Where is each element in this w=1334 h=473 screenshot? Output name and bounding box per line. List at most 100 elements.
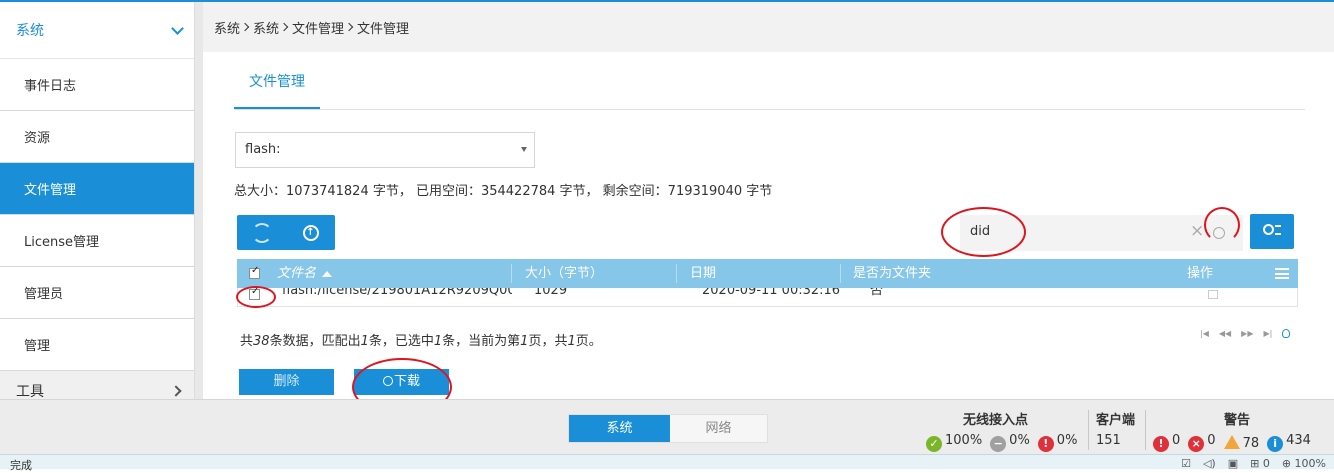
chevron-right-icon: [279, 22, 289, 32]
table-row[interactable]: flash:/license/219801A12R9209Q00... 1029…: [237, 288, 1298, 307]
cell-filename[interactable]: flash:/license/219801A12R9209Q00...: [282, 288, 512, 301]
clients-count[interactable]: 151: [1096, 433, 1121, 448]
bottom-status-panel: 系统 网络 无线接入点 ✓ 100% −0% ! 0% 客户端 151 警告 ! 0 …: [0, 399, 1334, 454]
tab-system[interactable]: 系统: [569, 415, 670, 442]
main-content: 文件管理 flash: 总大小：1073741824 字节， 已用空间：3544…: [203, 52, 1334, 399]
breadcrumb-item[interactable]: 系统: [214, 18, 240, 37]
prev-page-icon[interactable]: ◀◀: [1219, 329, 1231, 338]
bottom-view-switch: 系统 网络: [568, 414, 768, 443]
column-actions: 操作: [1187, 266, 1214, 281]
breadcrumb: 系统 系统 文件管理 文件管理: [203, 2, 1334, 52]
ap-fault[interactable]: ! 0%: [1037, 433, 1077, 452]
column-divider: [840, 264, 841, 283]
check-icon: ✓: [926, 436, 942, 452]
zoom-value: 100%: [1294, 457, 1326, 470]
badge-count[interactable]: ⊞ 0: [1250, 457, 1270, 470]
refresh-button[interactable]: [237, 215, 286, 250]
ap-offline[interactable]: −0%: [990, 433, 1030, 452]
alarm-critical-value: 0: [1172, 433, 1181, 448]
column-filename[interactable]: 文件名: [277, 259, 333, 288]
alarm-major[interactable]: × 0: [1188, 433, 1216, 452]
minus-icon: −: [990, 436, 1007, 452]
upload-button[interactable]: ↑: [286, 215, 335, 250]
sidebar-item-file-management[interactable]: 文件管理: [0, 163, 194, 215]
annotation-circle-search-icon: [1204, 207, 1240, 243]
ap-offline-value: 0%: [1009, 433, 1030, 448]
sidebar: 系统 事件日志 资源 文件管理 License管理 管理员 管理 工具: [0, 2, 195, 399]
chevron-right-icon: [344, 22, 354, 32]
clear-icon[interactable]: ×: [1190, 221, 1204, 241]
ap-online[interactable]: ✓ 100%: [926, 433, 982, 452]
summary-text: 条数据，匹配出: [269, 334, 361, 349]
sidebar-item-event-log[interactable]: 事件日志: [0, 59, 194, 111]
alarms-title: 警告: [1224, 413, 1251, 428]
info-icon: i: [1267, 436, 1284, 452]
sidebar-section-label: 系统: [16, 23, 44, 39]
sidebar-item-license[interactable]: License管理: [0, 215, 194, 267]
divider: [1088, 410, 1089, 450]
select-all-checkbox[interactable]: [249, 265, 260, 279]
speaker-icon[interactable]: ◁): [1203, 457, 1216, 470]
cell-date: 2020-09-11 00:32:16: [702, 288, 841, 298]
critical-icon: !: [1153, 436, 1169, 452]
column-settings-icon[interactable]: [1275, 268, 1289, 279]
tab-divider: [234, 109, 1305, 110]
column-size[interactable]: 大小（字节）: [525, 259, 603, 288]
column-is-folder[interactable]: 是否为文件夹: [853, 259, 931, 288]
ap-stats: ✓ 100% −0% ! 0%: [926, 433, 1077, 452]
status-text: 完成: [10, 459, 32, 472]
sidebar-item-label: 事件日志: [24, 79, 77, 94]
sidebar-item-management[interactable]: 管理: [0, 319, 194, 371]
alarm-critical[interactable]: ! 0: [1153, 433, 1180, 452]
summary-total: 38: [253, 334, 270, 349]
summary-text: 条，当前为第: [442, 334, 521, 349]
row-action-icon[interactable]: [1208, 290, 1218, 299]
ap-online-value: 100%: [945, 433, 983, 448]
breadcrumb-item[interactable]: 系统: [253, 18, 279, 37]
browser-status-bar: 完成 ☑ ◁) ▣ ⊞ 0 ⊕ 100%: [0, 454, 1334, 472]
cell-is-folder: 否: [870, 288, 884, 298]
next-page-icon[interactable]: ▶▶: [1241, 329, 1253, 338]
summary-text: 页，共: [528, 334, 568, 349]
status-icons: ☑ ◁) ▣ ⊞ 0 ⊕ 100%: [1181, 457, 1326, 470]
pagination-summary: 共38条数据，匹配出1条，已选中1条，当前为第1页，共1页。: [240, 330, 602, 349]
sidebar-item-label: License管理: [24, 235, 100, 250]
sidebar-item-label: 资源: [24, 131, 51, 146]
summary-pages: 1: [567, 334, 576, 349]
clients-title: 客户端: [1096, 413, 1136, 428]
summary-selected: 1: [433, 334, 443, 349]
sidebar-item-resources[interactable]: 资源: [0, 111, 194, 163]
sidebar-section-tools[interactable]: 工具: [0, 371, 194, 399]
breadcrumb-item[interactable]: 文件管理: [292, 18, 344, 37]
column-divider: [676, 264, 677, 283]
upload-icon: ↑: [302, 224, 319, 241]
column-label: 文件名: [277, 266, 317, 281]
summary-text: 页。: [575, 334, 602, 349]
tab-file-management[interactable]: 文件管理: [234, 72, 320, 110]
tab-network[interactable]: 网络: [670, 415, 767, 442]
last-page-icon[interactable]: ▶|: [1263, 329, 1272, 338]
checkbox-icon[interactable]: ☑: [1181, 457, 1191, 470]
chevron-right-icon: [240, 22, 250, 32]
sidebar-section-system[interactable]: 系统: [0, 2, 194, 59]
alert-icon: !: [1037, 436, 1054, 452]
summary-matched: 1: [360, 334, 369, 349]
alarm-info[interactable]: i 434: [1267, 433, 1311, 452]
zoom-level[interactable]: ⊕ 100%: [1282, 457, 1326, 470]
printer-icon[interactable]: ▣: [1228, 457, 1238, 470]
delete-button[interactable]: 删除: [239, 369, 334, 395]
sidebar-item-administrators[interactable]: 管理员: [0, 267, 194, 319]
ap-title: 无线接入点: [963, 413, 1029, 428]
advanced-search-button[interactable]: [1250, 214, 1294, 249]
bulb-icon[interactable]: [1282, 329, 1291, 338]
storage-select[interactable]: flash:: [235, 132, 535, 168]
sidebar-gutter: [195, 2, 203, 399]
sidebar-item-label: 文件管理: [24, 183, 77, 198]
column-date[interactable]: 日期: [690, 259, 716, 288]
toolbar: ↑: [237, 215, 335, 250]
storage-select-value: flash:: [245, 142, 281, 157]
first-page-icon[interactable]: |◀: [1200, 329, 1209, 338]
alarm-minor[interactable]: 78: [1223, 434, 1259, 451]
caret-down-icon: [521, 147, 527, 152]
chevron-down-icon: [171, 21, 184, 35]
